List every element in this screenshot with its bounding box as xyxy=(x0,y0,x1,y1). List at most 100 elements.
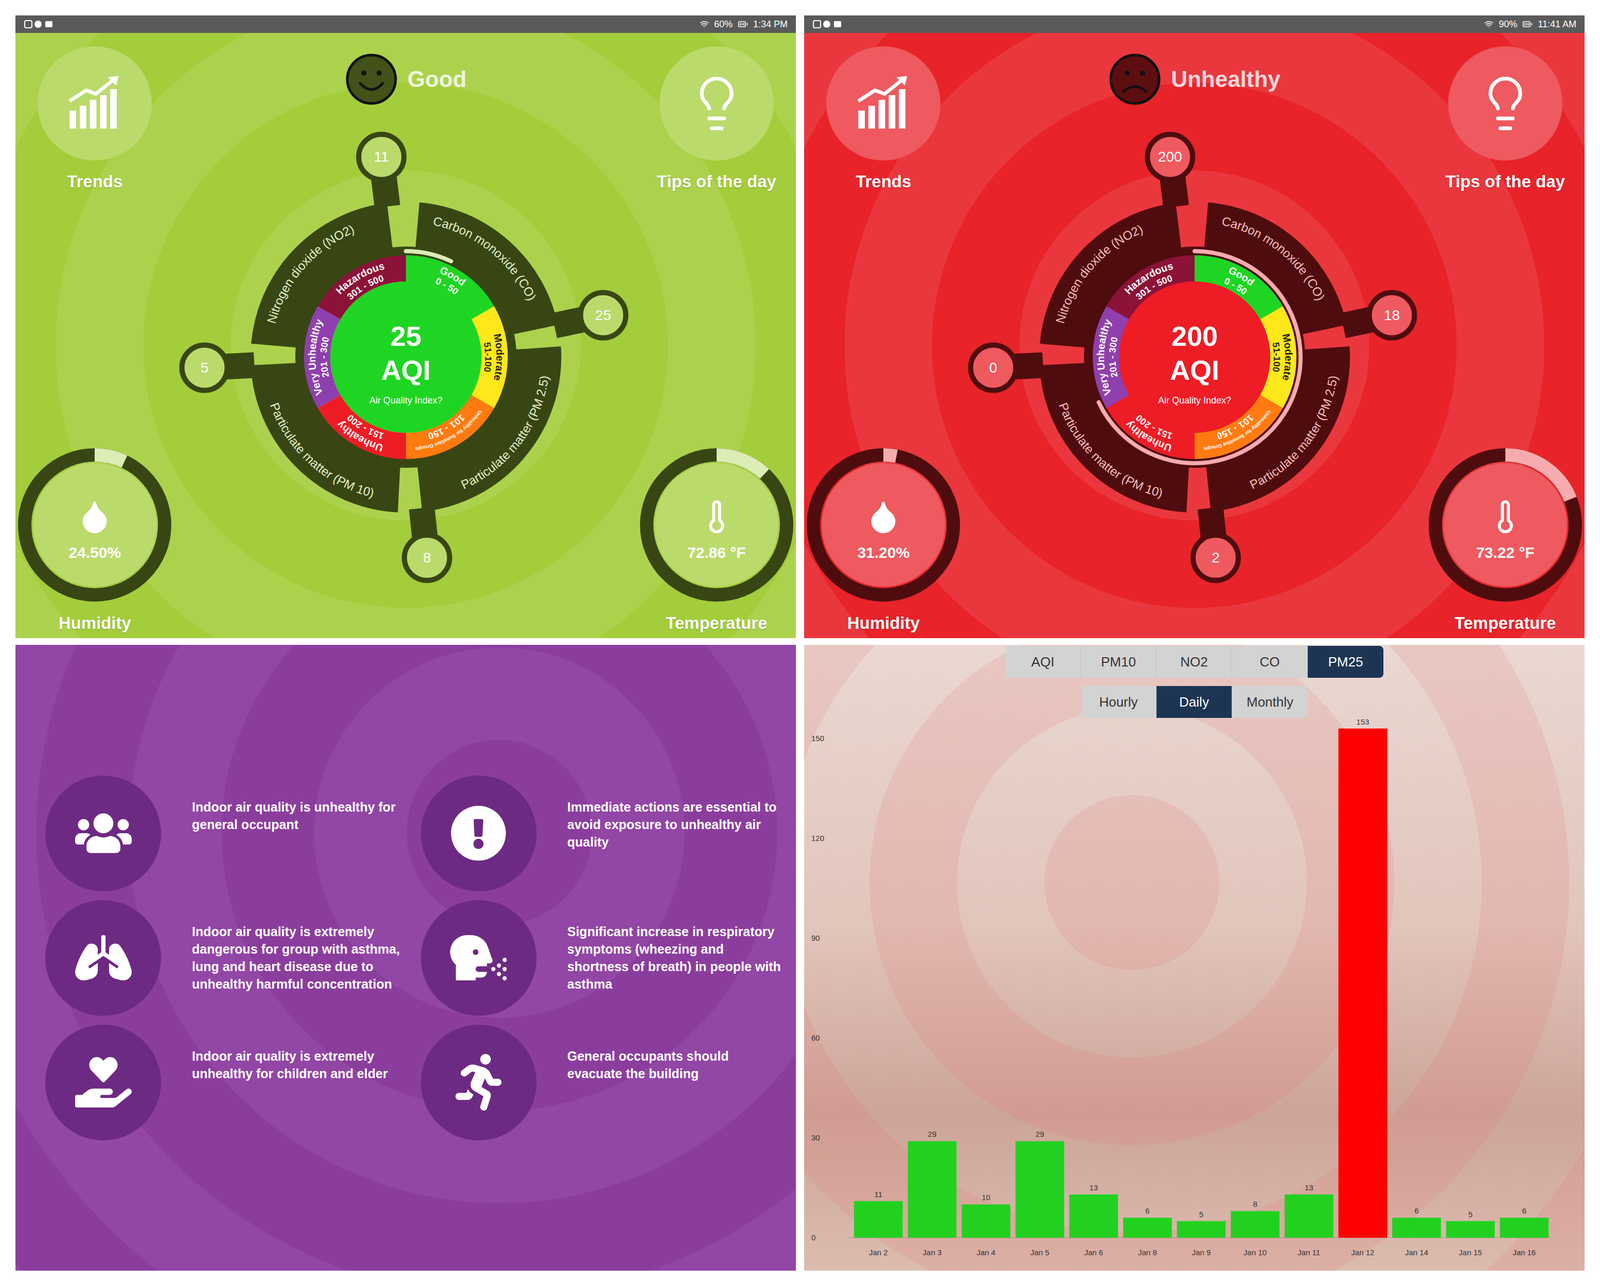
advice-item: General occupants should evacuate the bu… xyxy=(420,1024,787,1141)
heart-hand-icon xyxy=(75,1053,132,1111)
aqi-center xyxy=(1118,281,1271,433)
bar[interactable]: 5Jan 15 xyxy=(1446,1209,1496,1257)
x-label: Jan 3 xyxy=(922,1247,942,1257)
status-bar: 90%11:41 AM xyxy=(804,15,1585,33)
humidity: 31.20%Humidity xyxy=(806,447,961,633)
bar-value: 29 xyxy=(1035,1129,1045,1139)
x-label: Jan 12 xyxy=(1350,1247,1375,1257)
trends[interactable]: Trends xyxy=(826,46,941,192)
bar[interactable]: 153 Jan 12 xyxy=(1338,717,1388,1257)
trends-button[interactable] xyxy=(826,46,941,161)
bar-value: 13 xyxy=(1304,1182,1314,1192)
pollutant-value: 2 xyxy=(1211,549,1220,566)
notification-icons xyxy=(812,19,844,30)
gauge-frame xyxy=(1088,251,1301,464)
health-advice: Indoor air quality is unhealthy for gene… xyxy=(15,644,796,1271)
bar-value: 6 xyxy=(1522,1205,1527,1215)
happy-face-icon xyxy=(344,52,399,106)
period-tab[interactable]: Daily xyxy=(1156,685,1233,718)
temperature-level xyxy=(1505,454,1571,500)
pollutant-value: 200 xyxy=(1157,148,1182,165)
y-tick: 120 xyxy=(811,833,825,843)
metric-tabs: AQIPM10NO2COPM25 xyxy=(1005,645,1384,678)
battery-icon xyxy=(737,19,749,30)
advice-item: Immediate actions are essential to avoid… xyxy=(420,775,787,892)
x-label: Jan 16 xyxy=(1512,1247,1536,1257)
trends-chart-panel: AQIPM10NO2COPM25HourlyDailyMonthly030609… xyxy=(804,644,1585,1271)
advice-badge xyxy=(420,899,537,1016)
aqi-unit: AQI xyxy=(380,354,431,386)
aqi-center xyxy=(330,281,482,433)
bar[interactable]: 5Jan 9 xyxy=(1177,1209,1226,1257)
air-status: Good xyxy=(344,32,467,111)
tips-button[interactable] xyxy=(659,46,774,161)
bar[interactable]: 13Jan 11 xyxy=(1284,1182,1334,1257)
y-tick: 60 xyxy=(811,1033,821,1042)
droplet-icon xyxy=(865,498,902,535)
bar-value: 29 xyxy=(928,1129,937,1139)
bar[interactable]: 29 Jan 3 xyxy=(908,1129,957,1257)
advice-item: Significant increase in respiratory symp… xyxy=(420,899,787,1016)
air-status-label: Unhealthy xyxy=(1170,66,1281,93)
bar-value: 6 xyxy=(1414,1205,1419,1215)
band-name: Moderate xyxy=(491,332,506,382)
y-tick: 30 xyxy=(811,1132,821,1142)
aqi-caption[interactable]: Air Quality Index? xyxy=(1157,395,1231,406)
tips[interactable]: Tips of the day xyxy=(656,46,777,192)
bar[interactable]: 13Jan 6 xyxy=(1069,1182,1118,1257)
metric-tab[interactable]: PM10 xyxy=(1080,645,1157,678)
band-range: 51-100 xyxy=(1270,341,1282,373)
bar-value: 5 xyxy=(1199,1209,1204,1219)
pollutant-badge xyxy=(1147,134,1193,180)
bar-value: 11 xyxy=(874,1189,883,1199)
pollutant-badge xyxy=(1192,535,1238,581)
tips-button[interactable] xyxy=(1448,46,1563,161)
temperature-ring: 72.86 °F xyxy=(639,447,794,602)
exclamation-icon xyxy=(450,804,507,862)
advice-item: Indoor air quality is extremely unhealth… xyxy=(45,1024,411,1141)
bar[interactable]: 10Jan 4 xyxy=(961,1192,1011,1257)
thermometer-icon xyxy=(1487,498,1524,535)
humidity: 24.50%Humidity xyxy=(17,447,172,633)
tips-label: Tips of the day xyxy=(1445,171,1566,192)
exit-runner-icon xyxy=(450,1053,507,1111)
clock: 1:34 PM xyxy=(753,19,788,29)
bar-value: 13 xyxy=(1089,1182,1098,1192)
tips[interactable]: Tips of the day xyxy=(1445,46,1566,192)
x-label: Jan 4 xyxy=(976,1247,996,1257)
bar-value: 153 xyxy=(1356,717,1370,726)
band-range: 201 - 300 xyxy=(318,335,332,379)
aqi-caption[interactable]: Air Quality Index? xyxy=(368,395,442,406)
sad-face-icon xyxy=(1108,52,1162,106)
temperature-label: Temperature xyxy=(1454,613,1556,633)
humidity-ring: 31.20% xyxy=(806,447,961,602)
trends-button[interactable] xyxy=(37,46,152,161)
thermometer-icon xyxy=(698,498,735,535)
trends-label: Trends xyxy=(855,171,912,192)
trends-chart-icon xyxy=(853,73,914,134)
bar[interactable]: 11Jan 2 xyxy=(854,1189,903,1257)
metric-tab[interactable]: AQI xyxy=(1005,645,1081,678)
pollutant-name: Carbon monoxide (CO) xyxy=(1220,214,1328,304)
aqi-screen: 90%11:41 AM Trends 31.20%Humidity Unhealthy… xyxy=(804,15,1585,638)
metric-tab[interactable]: CO xyxy=(1232,645,1308,678)
bar[interactable]: 29 Jan 5 xyxy=(1015,1129,1065,1257)
trends[interactable]: Trends xyxy=(37,46,152,192)
advice-text: Immediate actions are essential to avoid… xyxy=(567,775,787,851)
pollutant-badge xyxy=(580,292,626,338)
y-tick: 150 xyxy=(811,733,825,743)
battery-level: 90% xyxy=(1498,19,1518,29)
metric-tab[interactable]: PM25 xyxy=(1307,645,1384,678)
advice-text: Significant increase in respiratory symp… xyxy=(567,899,787,993)
bar[interactable]: 6 Jan 16 xyxy=(1499,1205,1549,1257)
metric-tab[interactable]: NO2 xyxy=(1156,645,1233,678)
pollutant-value: 5 xyxy=(200,359,209,376)
advice-text: General occupants should evacuate the bu… xyxy=(567,1024,787,1082)
bar[interactable]: 6Jan 8 xyxy=(1123,1205,1172,1257)
period-tab[interactable]: Monthly xyxy=(1232,685,1308,718)
bar[interactable]: 6Jan 14 xyxy=(1392,1205,1442,1257)
bar[interactable]: 8Jan 10 xyxy=(1230,1199,1280,1257)
period-tab[interactable]: Hourly xyxy=(1080,685,1157,718)
temperature-value: 73.22 °F xyxy=(1476,543,1535,562)
x-label: Jan 5 xyxy=(1030,1247,1050,1257)
